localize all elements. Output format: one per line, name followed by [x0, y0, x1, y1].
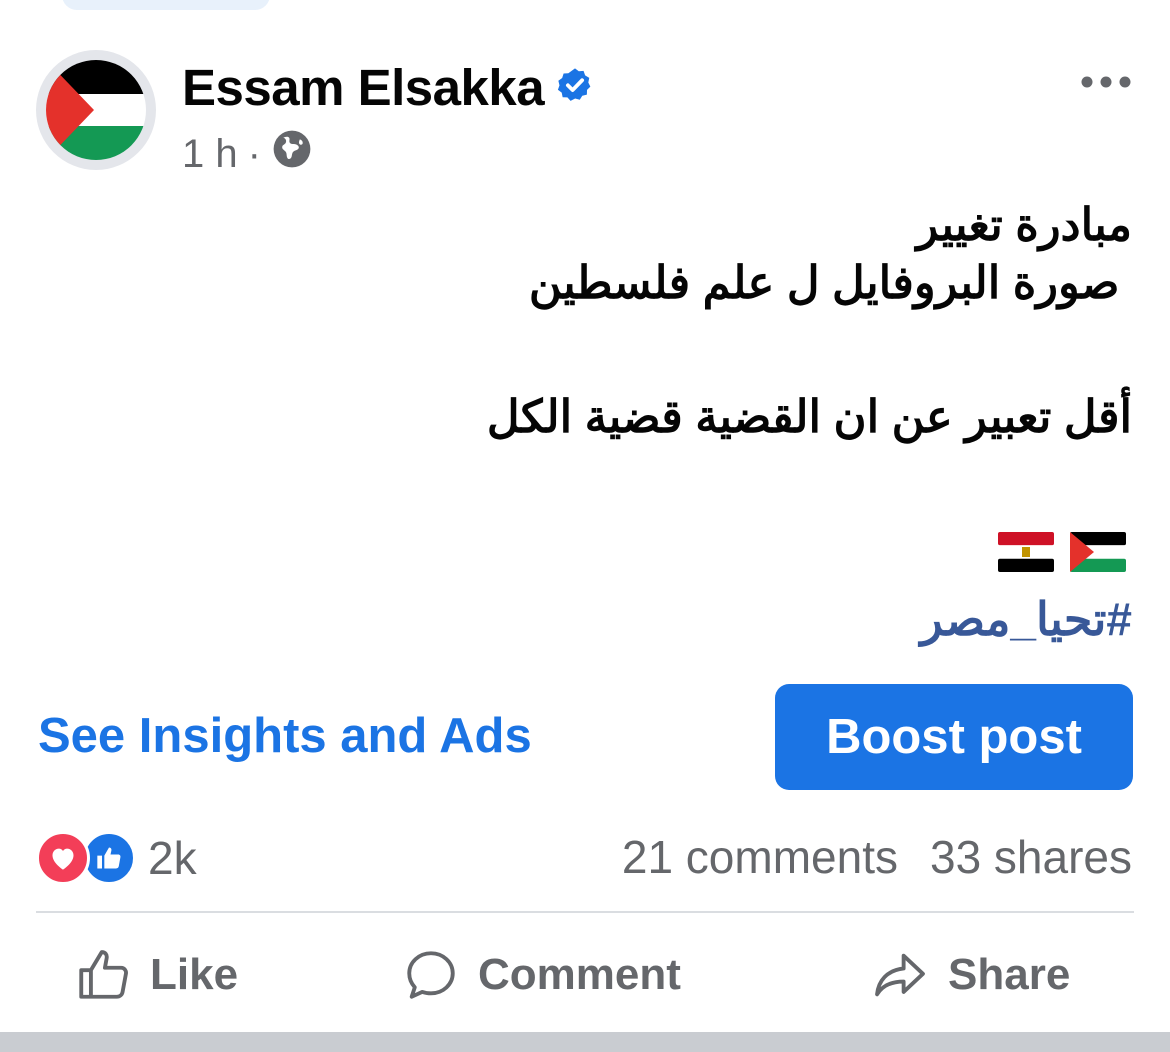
boost-post-button[interactable]: Boost post: [775, 684, 1133, 790]
post-header: Essam Elsakka: [182, 52, 594, 122]
flag-emojis: [998, 532, 1126, 572]
comment-bubble-icon: [407, 951, 455, 999]
palestine-flag-avatar-icon: [46, 60, 146, 160]
top-pill: [62, 0, 270, 10]
shares-count[interactable]: 33 shares: [930, 830, 1132, 884]
see-insights-link[interactable]: See Insights and Ads: [38, 708, 532, 764]
more-options-button[interactable]: [1070, 62, 1142, 102]
like-label: Like: [150, 950, 239, 999]
like-reaction-icon: [82, 831, 136, 885]
love-reaction-icon: [36, 831, 90, 885]
post-body: مبادرة تغيير صورة البروفايل ل علم فلسطين…: [132, 196, 1132, 446]
hashtag-link[interactable]: #تحيا_مصر: [921, 592, 1132, 646]
like-button[interactable]: Like: [74, 940, 238, 1010]
post-text-line: صورة البروفايل ل علم فلسطين: [503, 257, 1132, 308]
bottom-separator-bar: [0, 1032, 1170, 1052]
egypt-flag-icon: [998, 532, 1054, 572]
verified-badge-icon: [556, 66, 594, 109]
post-timestamp[interactable]: 1 h: [182, 132, 238, 177]
avatar[interactable]: [36, 50, 156, 170]
post-stats: 21 comments 33 shares: [622, 826, 1132, 888]
comment-label: Comment: [478, 950, 681, 999]
comment-button[interactable]: Comment: [402, 940, 681, 1010]
meta-separator: ·: [247, 131, 261, 176]
post-text-line: أقل تعبير عن ان القضية قضية الكل: [486, 391, 1132, 442]
reactions-summary[interactable]: 2k: [36, 830, 197, 886]
share-button[interactable]: Share: [870, 940, 1070, 1010]
share-label: Share: [948, 950, 1071, 999]
comments-count[interactable]: 21 comments: [622, 830, 898, 884]
share-arrow-icon: [875, 953, 925, 997]
post-meta: 1 h ·: [182, 128, 313, 180]
divider: [36, 911, 1134, 913]
author-name[interactable]: Essam Elsakka: [182, 58, 545, 117]
more-options-icon: [1081, 76, 1131, 88]
post-text-line: مبادرة تغيير: [916, 199, 1132, 250]
palestine-flag-icon: [1070, 532, 1126, 572]
reaction-count: 2k: [148, 832, 197, 884]
globe-icon: [271, 128, 313, 180]
thumbs-up-icon: [79, 950, 128, 999]
